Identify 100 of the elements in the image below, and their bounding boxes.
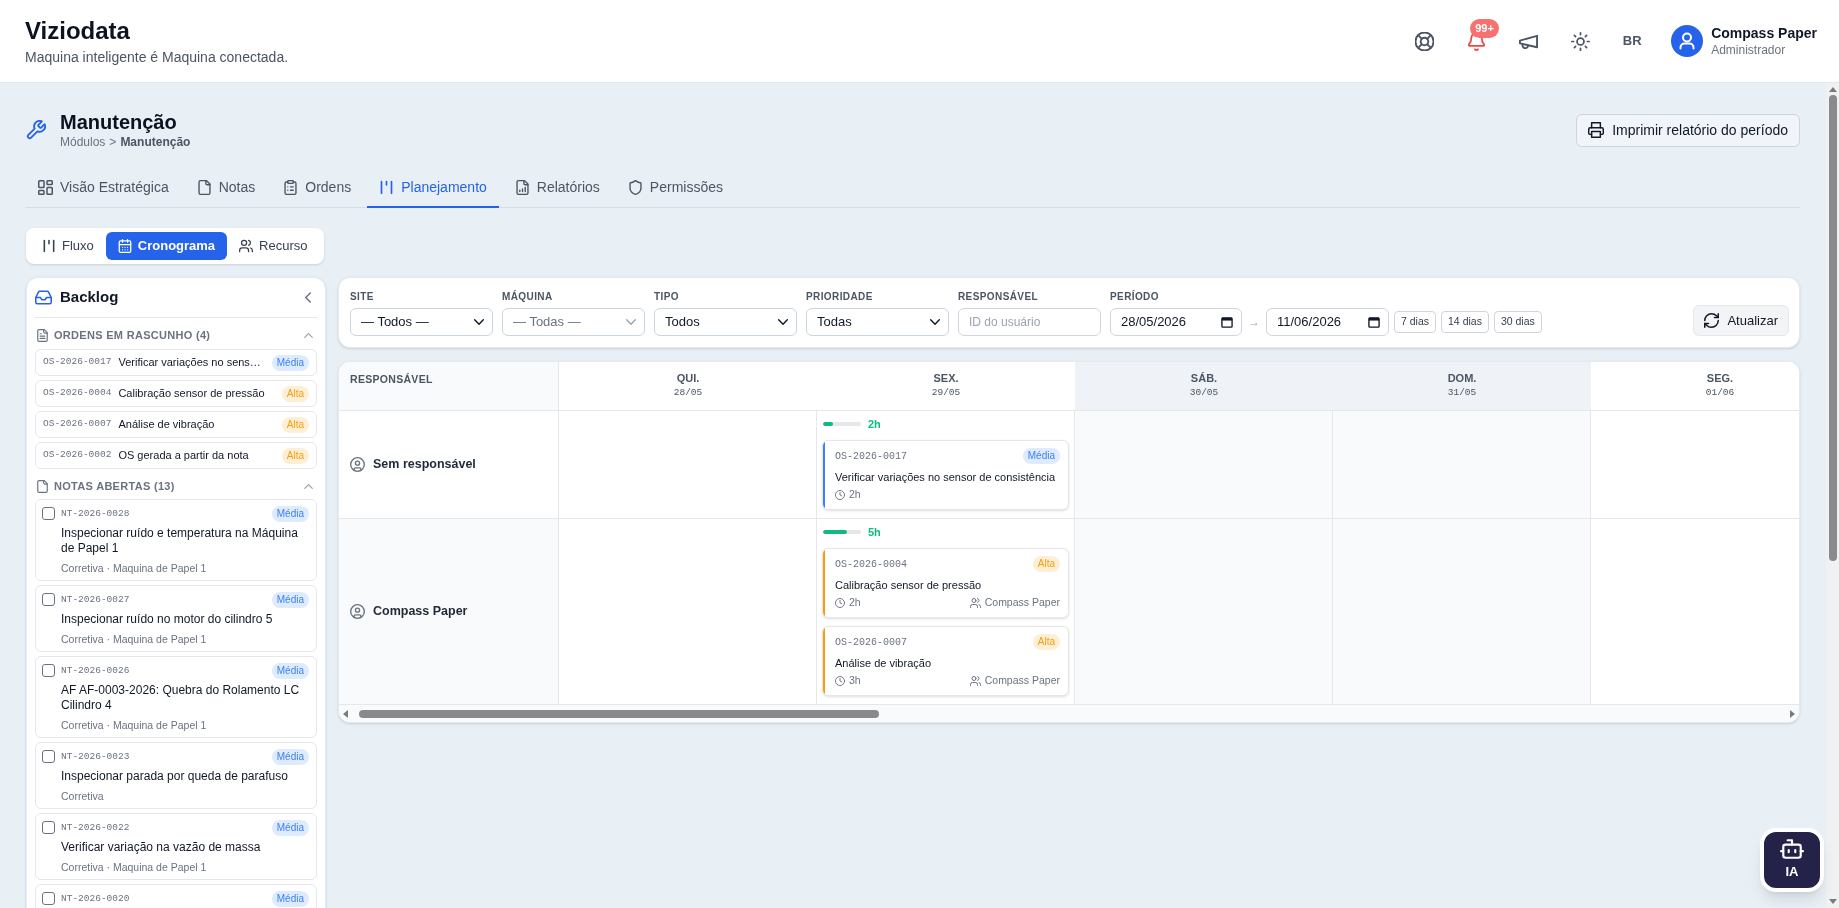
tab[interactable]: Ordens bbox=[271, 169, 364, 208]
inbox-icon bbox=[35, 290, 52, 305]
checkbox[interactable] bbox=[42, 664, 55, 677]
checkbox[interactable] bbox=[42, 821, 55, 834]
checkbox[interactable] bbox=[42, 750, 55, 763]
tab[interactable]: Notas bbox=[184, 169, 268, 208]
priority-badge: Alta bbox=[281, 416, 309, 433]
shield-icon bbox=[627, 180, 643, 195]
language-button[interactable]: BR bbox=[1614, 23, 1651, 59]
calendar-icon bbox=[117, 239, 132, 253]
checkbox[interactable] bbox=[42, 892, 55, 905]
order-code: OS-2026-0004 bbox=[835, 557, 907, 572]
panel-title: Backlog bbox=[60, 287, 119, 308]
priority-badge: Média bbox=[271, 354, 309, 371]
chevron-up-icon[interactable] bbox=[304, 333, 313, 338]
scroll-up-arrow-icon[interactable] bbox=[1828, 87, 1837, 92]
note-card[interactable]: NT-2026-0022 Média Verificar variação na vazão de massa Corretiva · Maquina de Papel 1 bbox=[35, 813, 317, 880]
select-field[interactable]: Todos bbox=[654, 308, 797, 336]
range-preset-button[interactable]: 7 dias bbox=[1394, 311, 1437, 333]
filter-label: PRIORIDADE bbox=[806, 291, 874, 303]
refresh-button[interactable]: Atualizar bbox=[1693, 305, 1789, 336]
checkbox[interactable] bbox=[42, 593, 55, 606]
dashboard-icon bbox=[38, 180, 53, 195]
scroll-left-arrow-icon[interactable] bbox=[343, 709, 348, 718]
note-meta: Corretiva · Maquina de Papel 1 bbox=[61, 718, 208, 732]
range-preset-button[interactable]: 14 dias bbox=[1441, 311, 1489, 333]
priority-badge: Média bbox=[1022, 448, 1060, 464]
filter-label: RESPONSÁVEL bbox=[958, 291, 1039, 303]
weekday-label: QUI. bbox=[676, 371, 700, 385]
tab[interactable]: Relatórios bbox=[502, 169, 612, 208]
order-title: Verificar variações no sens… bbox=[118, 355, 261, 371]
order-title: Análise de vibração bbox=[118, 417, 215, 433]
note-card[interactable]: NT-2026-0023 Média Inspecionar parada por queda de parafuso Corretiva bbox=[35, 742, 317, 809]
bars-icon bbox=[42, 239, 56, 253]
select-field[interactable]: Todas bbox=[806, 308, 949, 336]
backlog-order-row[interactable]: OS-2026-0002 OS gerada a partir da nota Alta bbox=[35, 442, 317, 469]
app-title: Viziodata bbox=[25, 16, 131, 46]
scroll-down-arrow-icon[interactable] bbox=[1828, 899, 1837, 904]
weekday-label: SEX. bbox=[933, 371, 959, 385]
note-code: NT-2026-0026 bbox=[61, 663, 130, 678]
order-code: OS-2026-0004 bbox=[43, 386, 112, 401]
note-card[interactable]: NT-2026-0028 Média Inspecionar ruído e temperatura na Máquina de Papel 1 Corretiva · Maquina de Papel 1 bbox=[35, 499, 317, 581]
order-code: OS-2026-0002 bbox=[43, 448, 112, 463]
order-card[interactable]: OS-2026-0017 Média Verificar variações no sensor de consistência 2h bbox=[822, 440, 1069, 510]
priority-badge: Média bbox=[271, 891, 309, 907]
note-code: NT-2026-0023 bbox=[61, 749, 130, 764]
ai-assistant-button[interactable]: IA bbox=[1760, 828, 1824, 892]
order-code: OS-2026-0017 bbox=[43, 355, 112, 370]
note-title: Inspecionar ruído e temperatura na Máquina de Papel 1 bbox=[61, 526, 299, 556]
user-id-input[interactable]: ID do usuário bbox=[958, 308, 1101, 336]
chevron-up-icon[interactable] bbox=[304, 484, 313, 489]
priority-badge: Alta bbox=[1032, 634, 1060, 650]
backlog-order-row[interactable]: OS-2026-0007 Análise de vibração Alta bbox=[35, 411, 317, 438]
notification-badge: 99+ bbox=[1470, 19, 1499, 38]
breadcrumb-link[interactable]: Módulos bbox=[60, 134, 106, 150]
order-card[interactable]: OS-2026-0004 Alta Calibração sensor de pressão 2h Compass Paper bbox=[822, 548, 1069, 618]
users-icon bbox=[239, 239, 254, 253]
date-label: 28/05 bbox=[673, 386, 703, 400]
backlog-order-row[interactable]: OS-2026-0004 Calibração sensor de pressão Alta bbox=[35, 380, 317, 407]
note-card[interactable]: NT-2026-0026 Média AF AF-0003-2026: Quebra do Rolamento LC Cilindro 4 Corretiva · Maquina de Papel 1 bbox=[35, 656, 317, 738]
chevron-left-icon[interactable] bbox=[305, 292, 311, 303]
checkbox[interactable] bbox=[42, 507, 55, 520]
range-preset-button[interactable]: 30 dias bbox=[1493, 311, 1542, 333]
scrollbar-thumb[interactable] bbox=[359, 709, 879, 718]
note-card[interactable]: NT-2026-0027 Média Inspecionar ruído no motor do cilindro 5 Corretiva · Maquina de Papel 1 bbox=[35, 585, 317, 652]
view-tab[interactable]: Recurso bbox=[227, 232, 320, 260]
priority-badge: Média bbox=[271, 663, 309, 679]
user-avatar-icon[interactable] bbox=[1671, 25, 1704, 57]
date-field[interactable]: 11/06/2026 bbox=[1266, 308, 1389, 336]
tab[interactable]: Planejamento bbox=[367, 169, 499, 208]
app-tagline: Maquina inteligente é Maquina conectada. bbox=[25, 48, 289, 66]
user-role: Administrador bbox=[1711, 42, 1787, 58]
note-meta: Corretiva · Maquina de Papel 1 bbox=[61, 632, 208, 646]
users-icon bbox=[969, 676, 981, 686]
printer-icon bbox=[1588, 122, 1605, 138]
wrench-icon bbox=[26, 120, 46, 140]
chevron-down-icon bbox=[474, 319, 484, 325]
order-title: Calibração sensor de pressão bbox=[835, 578, 983, 593]
filter-label: PERÍODO bbox=[1110, 291, 1160, 303]
file-icon bbox=[37, 480, 48, 493]
view-tab[interactable]: Fluxo bbox=[30, 232, 106, 260]
order-title: OS gerada a partir da nota bbox=[118, 448, 249, 464]
note-card[interactable]: NT-2026-0020 Média bbox=[35, 884, 317, 908]
date-field[interactable]: 28/05/2026 bbox=[1110, 308, 1242, 336]
scroll-right-arrow-icon[interactable] bbox=[1790, 709, 1795, 718]
order-card[interactable]: OS-2026-0007 Alta Análise de vibração 3h Compass Paper bbox=[822, 626, 1069, 696]
print-button[interactable]: Imprimir relatório do período bbox=[1576, 113, 1800, 147]
clock-icon bbox=[835, 676, 845, 686]
backlog-order-row[interactable]: OS-2026-0017 Verificar variações no sens… Média bbox=[35, 349, 317, 376]
date-label: 31/05 bbox=[1447, 386, 1477, 400]
tab[interactable]: Visão Estratégica bbox=[26, 169, 181, 208]
note-code: NT-2026-0028 bbox=[61, 506, 130, 521]
tab[interactable]: Permissões bbox=[615, 169, 735, 208]
note-code: NT-2026-0027 bbox=[61, 592, 130, 607]
filter-label: TIPO bbox=[654, 291, 680, 303]
priority-badge: Alta bbox=[281, 447, 309, 464]
assignee-name: Compass Paper bbox=[373, 603, 468, 621]
select-field[interactable]: — Todos — bbox=[350, 308, 493, 336]
scrollbar-thumb[interactable] bbox=[1828, 95, 1837, 561]
view-tab[interactable]: Cronograma bbox=[105, 232, 228, 260]
